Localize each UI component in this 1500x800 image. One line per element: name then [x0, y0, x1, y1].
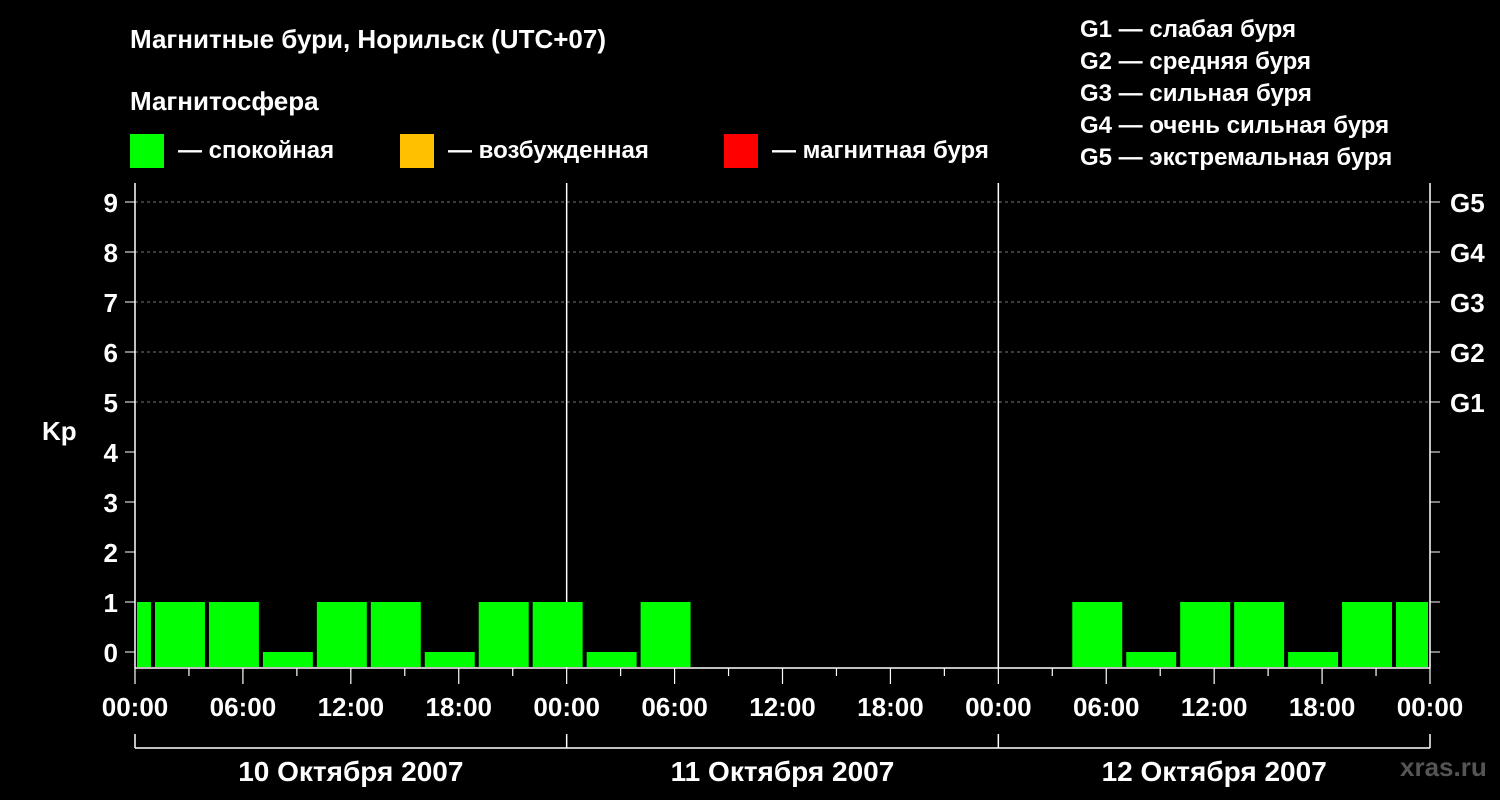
kp-bar — [208, 602, 259, 667]
x-tick-label: 12:00 — [318, 692, 385, 722]
kp-bar — [1342, 602, 1393, 667]
kp-bar — [1072, 602, 1123, 667]
x-tick-label: 00:00 — [965, 692, 1032, 722]
kp-bar — [1126, 652, 1177, 667]
y-tick-label: 9 — [104, 188, 118, 218]
right-tick-label-g2: G2 — [1450, 338, 1485, 368]
y-tick-label: 5 — [104, 388, 118, 418]
kp-bar — [586, 652, 637, 667]
y-tick-label: 7 — [104, 288, 118, 318]
y-tick-label: 1 — [104, 588, 118, 618]
right-tick-label-g3: G3 — [1450, 288, 1485, 318]
x-tick-label: 00:00 — [102, 692, 169, 722]
day-label: 10 Октября 2007 — [238, 756, 463, 787]
kp-bar — [640, 602, 691, 667]
y-tick-label: 0 — [104, 638, 118, 668]
x-tick-label: 00:00 — [1397, 692, 1464, 722]
right-tick-label-g5: G5 — [1450, 188, 1485, 218]
x-tick-label: 06:00 — [1073, 692, 1140, 722]
y-tick-label: 3 — [104, 488, 118, 518]
x-tick-label: 18:00 — [857, 692, 924, 722]
kp-bar — [1180, 602, 1231, 667]
kp-bar — [137, 602, 151, 667]
y-tick-label: 8 — [104, 238, 118, 268]
x-tick-label: 12:00 — [749, 692, 816, 722]
x-tick-label: 06:00 — [641, 692, 708, 722]
right-tick-label-g1: G1 — [1450, 388, 1485, 418]
kp-bar — [1288, 652, 1339, 667]
x-tick-label: 18:00 — [426, 692, 493, 722]
y-tick-label: 6 — [104, 338, 118, 368]
kp-bar — [154, 602, 205, 667]
kp-bar — [1396, 602, 1428, 667]
kp-bar — [478, 602, 529, 667]
kp-bar — [316, 602, 367, 667]
kp-bar — [424, 652, 475, 667]
kp-bar — [532, 602, 583, 667]
day-label: 11 Октября 2007 — [671, 756, 895, 787]
watermark: xras.ru — [1400, 752, 1487, 782]
x-tick-label: 12:00 — [1181, 692, 1248, 722]
day-label: 12 Октября 2007 — [1102, 756, 1327, 787]
kp-bar — [1234, 602, 1285, 667]
y-axis-label: Kp — [42, 416, 77, 446]
y-tick-label: 2 — [104, 538, 118, 568]
kp-chart: G1 G2 G3 G4 G5 0 1 2 3 4 5 6 7 8 9 Kp 00:00 06:00 12:00 18:… — [42, 183, 1485, 787]
y-tick-label: 4 — [104, 438, 119, 468]
right-tick-label-g4: G4 — [1450, 238, 1485, 268]
kp-bar — [370, 602, 421, 667]
kp-bar — [262, 652, 313, 667]
x-tick-label: 00:00 — [533, 692, 600, 722]
x-tick-label: 18:00 — [1289, 692, 1356, 722]
x-tick-label: 06:00 — [210, 692, 277, 722]
